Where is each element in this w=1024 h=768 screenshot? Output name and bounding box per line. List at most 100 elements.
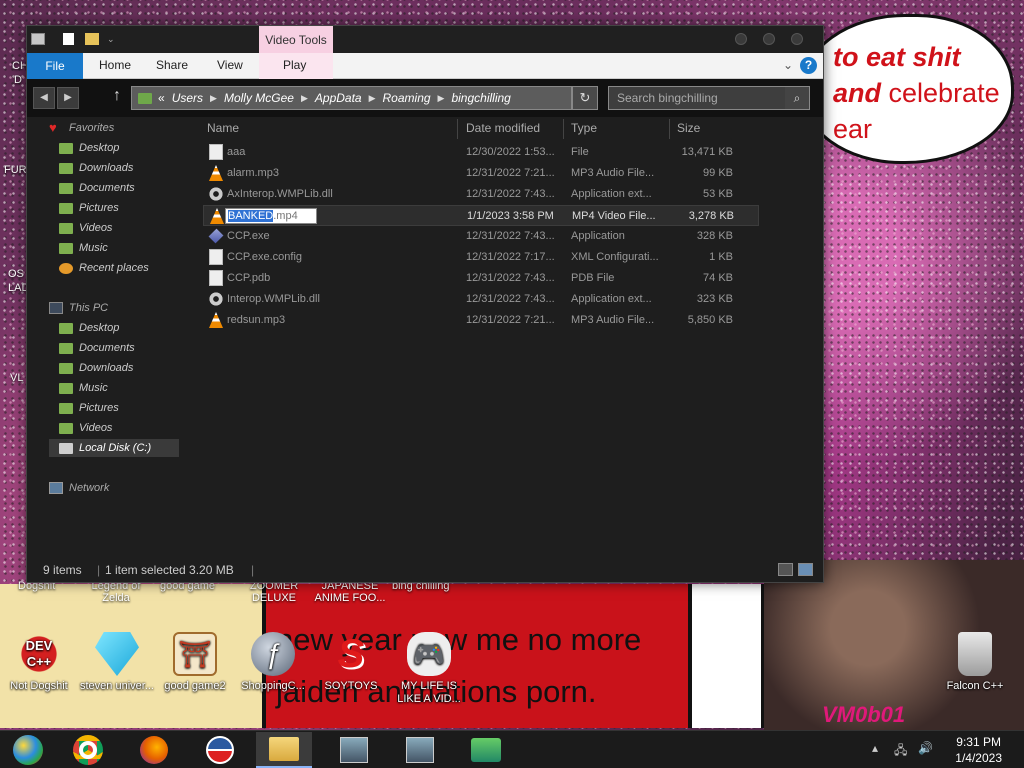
nav-group-network[interactable]: Network	[49, 479, 109, 497]
column-divider[interactable]	[563, 119, 564, 139]
desktop-icon-shopping[interactable]: ƒ ShoppingC...	[236, 632, 310, 693]
address-breadcrumb[interactable]: « Users ▶ Molly McGee ▶ AppData ▶ Roamin…	[131, 86, 572, 110]
nav-group-this-pc[interactable]: This PC	[49, 299, 108, 317]
rename-input[interactable]: BANKED.mp4	[225, 208, 317, 224]
nav-item-recent-places[interactable]: Recent places	[59, 259, 149, 277]
taskbar-obama[interactable]	[192, 732, 248, 768]
desktop-icon-goodgame2[interactable]: ⛩ good game2	[158, 632, 232, 693]
nav-item-pc-music[interactable]: Music	[59, 379, 108, 397]
nav-item-downloads[interactable]: Downloads	[59, 159, 133, 177]
taskbar-app-3[interactable]	[458, 732, 514, 768]
column-header-type[interactable]: Type	[571, 121, 597, 139]
file-row[interactable]: aaa 12/30/2022 1:53... File 13,471 KB	[203, 142, 759, 163]
breadcrumb-appdata[interactable]: AppData	[315, 91, 362, 105]
start-button[interactable]	[0, 732, 56, 768]
nav-group-favorites[interactable]: ♥ Favorites	[49, 119, 114, 137]
desktop-icon-steven[interactable]: steven univer...	[80, 632, 154, 693]
nav-item-documents[interactable]: Documents	[59, 179, 135, 197]
up-arrow-icon[interactable]: ↑	[109, 87, 125, 105]
nav-item-pc-pictures[interactable]: Pictures	[59, 399, 119, 417]
nav-item-pc-documents[interactable]: Documents	[59, 339, 135, 357]
minimize-button[interactable]	[735, 33, 747, 45]
taskbar-chrome[interactable]	[60, 732, 116, 768]
refresh-button[interactable]: ↻	[572, 86, 598, 110]
status-separator: |	[97, 563, 101, 577]
file-row[interactable]: CCP.pdb 12/31/2022 7:43... PDB File 74 KB	[203, 268, 759, 289]
column-divider[interactable]	[457, 119, 458, 139]
nav-item-local-disk[interactable]: Local Disk (C:)	[49, 439, 179, 457]
desktop-icon-soytoys[interactable]: S SOYTOYS	[314, 632, 388, 693]
tab-play[interactable]: Play	[283, 58, 306, 72]
tab-home[interactable]: Home	[99, 58, 131, 72]
desktop-label-japanese[interactable]: JAPANESE ANIME FOO...	[312, 580, 388, 604]
nav-item-videos[interactable]: Videos	[59, 219, 112, 237]
properties-icon[interactable]	[63, 33, 74, 45]
file-row[interactable]: Interop.WMPLib.dll 12/31/2022 7:43... Appl…	[203, 289, 759, 310]
rename-extension-text: .mp4	[273, 210, 298, 222]
tab-file[interactable]: File	[27, 53, 83, 79]
help-button[interactable]: ?	[800, 57, 817, 74]
file-row[interactable]: CCP.exe.config 12/31/2022 7:17... XML Conf…	[203, 247, 759, 268]
desktop-icon-mylife[interactable]: 🎮 MY LIFE IS LIKE A VID...	[392, 632, 466, 706]
desktop-label-d[interactable]: D	[14, 74, 22, 86]
tab-view[interactable]: View	[217, 58, 243, 72]
desktop-label-zoomer[interactable]: ZOOMER DELUXE	[246, 580, 302, 604]
nav-item-music[interactable]: Music	[59, 239, 108, 257]
nav-item-pc-downloads[interactable]: Downloads	[59, 359, 133, 377]
taskbar-firefox[interactable]	[126, 732, 182, 768]
file-row[interactable]: CCP.exe 12/31/2022 7:43... Application 328 …	[203, 226, 759, 247]
show-hidden-icons-chevron-icon[interactable]: ▴	[872, 741, 878, 755]
file-name: redsun.mp3	[227, 314, 286, 326]
search-input[interactable]: Search bingchilling ⌕	[608, 86, 810, 110]
desktop-label-fur[interactable]: FUR	[4, 164, 27, 176]
file-row[interactable]: alarm.mp3 12/31/2022 7:21... MP3 Audio Fil…	[203, 163, 759, 184]
column-header-size[interactable]: Size	[677, 121, 700, 139]
column-header-date[interactable]: Date modified	[466, 121, 540, 139]
quick-access-dropdown-icon[interactable]: ⌄	[107, 33, 121, 45]
desktop-icon-falcon[interactable]: Falcon C++	[938, 632, 1012, 693]
tab-share[interactable]: Share	[156, 58, 188, 72]
breadcrumb-bingchilling[interactable]: bingchilling	[451, 91, 510, 105]
recycle-bin-icon	[958, 632, 992, 676]
maximize-button[interactable]	[763, 33, 775, 45]
desktop-icon-label: Falcon C++	[946, 680, 1004, 692]
file-row[interactable]: redsun.mp3 12/31/2022 7:21... MP3 Audio Fi…	[203, 310, 759, 331]
file-row[interactable]: BANKED.mp4 1/1/2023 3:58 PM MP4 Video File…	[203, 205, 759, 226]
details-view-icon[interactable]	[778, 563, 793, 576]
breadcrumb-roaming[interactable]: Roaming	[383, 91, 431, 105]
file-name: Interop.WMPLib.dll	[227, 293, 320, 305]
network-status-icon[interactable]: 🖧	[894, 741, 907, 762]
nav-item-pc-videos[interactable]: Videos	[59, 419, 112, 437]
breadcrumb-molly[interactable]: Molly McGee	[224, 91, 294, 105]
breadcrumb-overflow[interactable]: «	[158, 91, 165, 105]
taskbar-file-explorer[interactable]	[256, 732, 312, 768]
breadcrumb-users[interactable]: Users	[172, 91, 203, 105]
back-button[interactable]: ◀	[33, 87, 55, 109]
close-button[interactable]	[791, 33, 803, 45]
search-icon[interactable]: ⌕	[785, 87, 809, 109]
desktop-label-vl[interactable]: VL	[10, 372, 23, 384]
desktop-icon-devcpp[interactable]: DEV C++ Not Dogshit	[2, 632, 76, 693]
downloads-folder-icon	[59, 362, 73, 374]
nav-item-label: Downloads	[79, 162, 134, 174]
expand-ribbon-chevron-icon[interactable]: ⌄	[783, 58, 793, 72]
column-divider[interactable]	[669, 119, 670, 139]
taskbar-app-2[interactable]	[392, 732, 448, 768]
drive-icon	[59, 442, 73, 454]
forward-button[interactable]: ▶	[57, 87, 79, 109]
nav-item-pictures[interactable]: Pictures	[59, 199, 119, 217]
column-header-name[interactable]: Name	[207, 121, 239, 139]
taskbar-app-1[interactable]	[326, 732, 382, 768]
nav-item-pc-desktop[interactable]: Desktop	[59, 319, 119, 337]
new-folder-icon[interactable]	[85, 33, 99, 45]
file-row[interactable]: AxInterop.WMPLib.dll 12/31/2022 7:43... Ap…	[203, 184, 759, 205]
desktop-label-os[interactable]: OS	[8, 268, 24, 280]
file-type: PDB File	[571, 272, 615, 284]
file-explorer-window: ⌄ Video Tools File Home Share View Play …	[26, 25, 824, 583]
system-clock[interactable]: 9:31 PM 1/4/2023	[955, 734, 1002, 766]
large-icons-view-icon[interactable]	[798, 563, 813, 576]
nav-item-label: Desktop	[79, 322, 120, 334]
nav-item-desktop[interactable]: Desktop	[59, 139, 119, 157]
desktop-label-legend[interactable]: Legend of Zelda	[86, 580, 146, 604]
volume-icon[interactable]: 🔊	[918, 741, 933, 755]
